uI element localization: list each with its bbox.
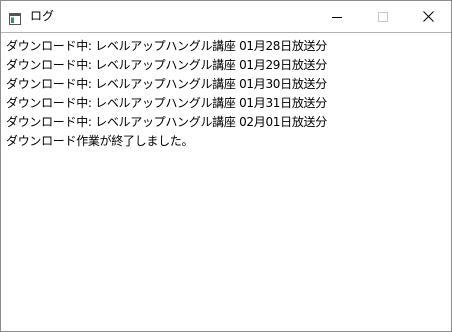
log-line: ダウンロード中: レベルアップハングル講座 01月28日放送分 <box>6 39 327 53</box>
app-window-icon <box>9 10 21 25</box>
maximize-icon <box>378 7 388 26</box>
log-line: ダウンロード中: レベルアップハングル講座 02月01日放送分 <box>6 115 327 129</box>
log-line: ダウンロード中: レベルアップハングル講座 01月31日放送分 <box>6 96 327 110</box>
maximize-button[interactable] <box>360 1 406 32</box>
log-text-area[interactable]: ダウンロード中: レベルアップハングル講座 01月28日放送分 ダウンロード中:… <box>1 33 451 331</box>
minimize-icon <box>332 7 342 26</box>
log-window: ログ ダウンロード中: レベルアップハングル講座 01月28日放送分 ダウンロー… <box>0 0 452 332</box>
title-bar[interactable]: ログ <box>1 1 451 32</box>
log-line: ダウンロード作業が終了しました。 <box>6 134 194 148</box>
minimize-button[interactable] <box>314 1 360 32</box>
window-title: ログ <box>30 9 55 23</box>
close-button[interactable] <box>405 1 451 32</box>
log-line: ダウンロード中: レベルアップハングル講座 01月29日放送分 <box>6 58 327 72</box>
log-line: ダウンロード中: レベルアップハングル講座 01月30日放送分 <box>6 77 327 91</box>
close-icon <box>422 7 434 26</box>
